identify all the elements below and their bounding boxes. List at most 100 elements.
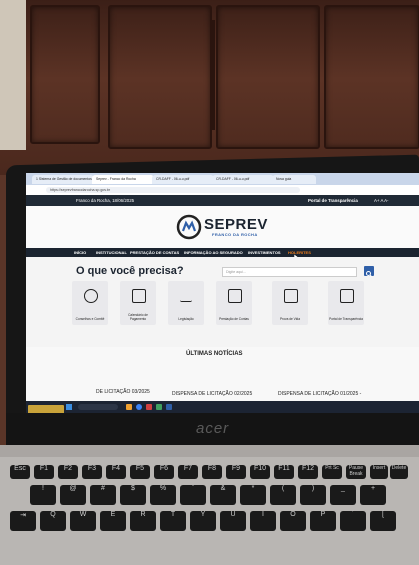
browser-tab[interactable]: Nova guia [272,175,316,184]
main-nav: INÍCIO INSTITUCIONAL PRESTAÇÃO DE CONTAS… [26,248,419,262]
file-explorer-icon[interactable] [126,404,132,410]
key-f1[interactable]: F1 [34,465,54,479]
key-f10[interactable]: F10 [250,465,270,479]
key-w[interactable]: W [70,511,96,531]
seprev-logo-icon [176,214,202,240]
site-header: SEPREV FRANCO DA ROCHA [26,206,419,248]
wardrobe-door [108,5,212,149]
key-f9[interactable]: F9 [226,465,246,479]
browser-tab[interactable]: CR-DAFF - 06-u-u.pdf [152,175,214,184]
key-y[interactable]: Y [190,511,216,531]
keyboard-deck: Esc F1 F2 F3 F4 F5 F6 F7 F8 F9 F10 F11 F… [0,445,419,565]
hinge [0,445,419,457]
news-heading: ÚLTIMAS NOTÍCIAS [186,351,243,357]
browser-tab-active[interactable]: Seprev - Franco da Rocha [92,175,154,184]
nav-inicio[interactable]: INÍCIO [74,248,86,257]
key-f2[interactable]: F2 [58,465,78,479]
wardrobe-door [324,5,419,149]
people-icon [84,289,98,303]
key-tab[interactable]: ⇥ [10,511,36,531]
service-card-prova-vida[interactable]: Prova de Vida [272,281,308,325]
logo-name: SEPREV [204,216,268,233]
key-pause[interactable]: Pause Break [346,465,366,479]
key-esc[interactable]: Esc [10,465,30,479]
key-2[interactable]: @ [60,485,86,505]
key-r[interactable]: R [130,511,156,531]
news-item[interactable]: DISPENSA DE LICITAÇÃO 02/2025 [172,391,252,397]
nav-prestacao-contas[interactable]: PRESTAÇÃO DE CONTAS [130,248,179,257]
url-field[interactable]: https://seprevfrancodarocha.sp.gov.br [46,187,300,193]
key-delete[interactable]: Delete [390,465,408,479]
service-card-conselhos[interactable]: Conselhos e Comitê [72,281,108,325]
key-insert[interactable]: Insert [370,465,388,479]
wardrobe-gap [212,20,215,130]
key-u[interactable]: U [220,511,246,531]
news-item[interactable]: DISPENSA DE LICITAÇÃO 01/2025 - [278,391,361,397]
key-bracket[interactable]: [ [370,511,396,531]
key-f8[interactable]: F8 [202,465,222,479]
key-f11[interactable]: F11 [274,465,294,479]
key-o[interactable]: O [280,511,306,531]
key-8[interactable]: * [240,485,266,505]
app-icon[interactable] [146,404,152,410]
news-item[interactable]: DE LICITAÇÃO 03/2025 [96,389,150,395]
search-button[interactable] [364,266,374,277]
font-size-controls[interactable]: A+ A A- [374,195,389,206]
key-e[interactable]: E [100,511,126,531]
key-minus[interactable]: _ [330,485,356,505]
location-date: Franco da Rocha, 18/06/2025 [76,198,135,203]
app-icon[interactable] [166,404,172,410]
wardrobe-door [216,5,320,149]
key-5[interactable]: % [150,485,176,505]
key-7[interactable]: & [210,485,236,505]
windows-taskbar [26,401,419,413]
service-card-prestacao-contas[interactable]: Prestação de Contas [216,281,252,325]
logo-subtitle: FRANCO DA ROCHA [212,232,258,237]
key-3[interactable]: # [90,485,116,505]
browser-tab-bar: 1 Sistema de Gestão de documentos Seprev… [26,173,419,185]
app-icon[interactable] [156,404,162,410]
laptop-brand-logo: acer [196,420,230,437]
key-f4[interactable]: F4 [106,465,126,479]
laptop-bezel-bottom: acer [6,413,419,445]
nav-informacao-segurado[interactable]: INFORMAÇÃO AO SEGURADO [184,248,243,257]
key-equals[interactable]: + [360,485,386,505]
taskbar-search[interactable] [78,404,118,410]
key-f5[interactable]: F5 [130,465,150,479]
browser-tab[interactable]: CR-DAFF - 06-u-u.pdf [212,175,274,184]
key-t[interactable]: T [160,511,186,531]
key-f6[interactable]: F6 [154,465,174,479]
wall [0,0,26,150]
services-section: O que você precisa? Digite aqui... Conse… [26,257,419,347]
nav-institucional[interactable]: INSTITUCIONAL [96,248,127,257]
calculator-icon [228,289,242,303]
calendar-icon [132,289,146,303]
wardrobe-door [30,5,100,144]
key-9[interactable]: ( [270,485,296,505]
key-6[interactable]: ¨ [180,485,206,505]
services-heading: O que você precisa? [76,265,184,277]
key-1[interactable]: ! [30,485,56,505]
nav-investimentos[interactable]: INVESTIMENTOS [248,248,281,257]
start-button-icon[interactable] [66,404,72,410]
transparency-portal-link[interactable]: Portal de Transparência [308,195,358,206]
key-prtsc[interactable]: Prt Sc [322,465,342,479]
key-i[interactable]: I [250,511,276,531]
key-q[interactable]: Q [40,511,66,531]
service-card-calendario[interactable]: Calendário de Pagamento [120,281,156,325]
key-4[interactable]: $ [120,485,146,505]
site-top-strip: Franco da Rocha, 18/06/2025 Portal de Tr… [26,195,419,206]
key-f3[interactable]: F3 [82,465,102,479]
key-p[interactable]: P [310,511,336,531]
search-input[interactable]: Digite aqui... [222,267,357,277]
gavel-icon [180,289,192,302]
key-0[interactable]: ) [300,485,326,505]
browser-icon[interactable] [136,404,142,410]
key-f12[interactable]: F12 [298,465,318,479]
browser-tab[interactable]: 1 Sistema de Gestão de documentos [32,175,94,184]
key-f7[interactable]: F7 [178,465,198,479]
service-card-legislacao[interactable]: Legislação [168,281,204,325]
key-acute[interactable]: ´ [340,511,366,531]
search-icon [366,271,372,277]
service-card-transparencia[interactable]: Portal de Transparência [328,281,364,325]
